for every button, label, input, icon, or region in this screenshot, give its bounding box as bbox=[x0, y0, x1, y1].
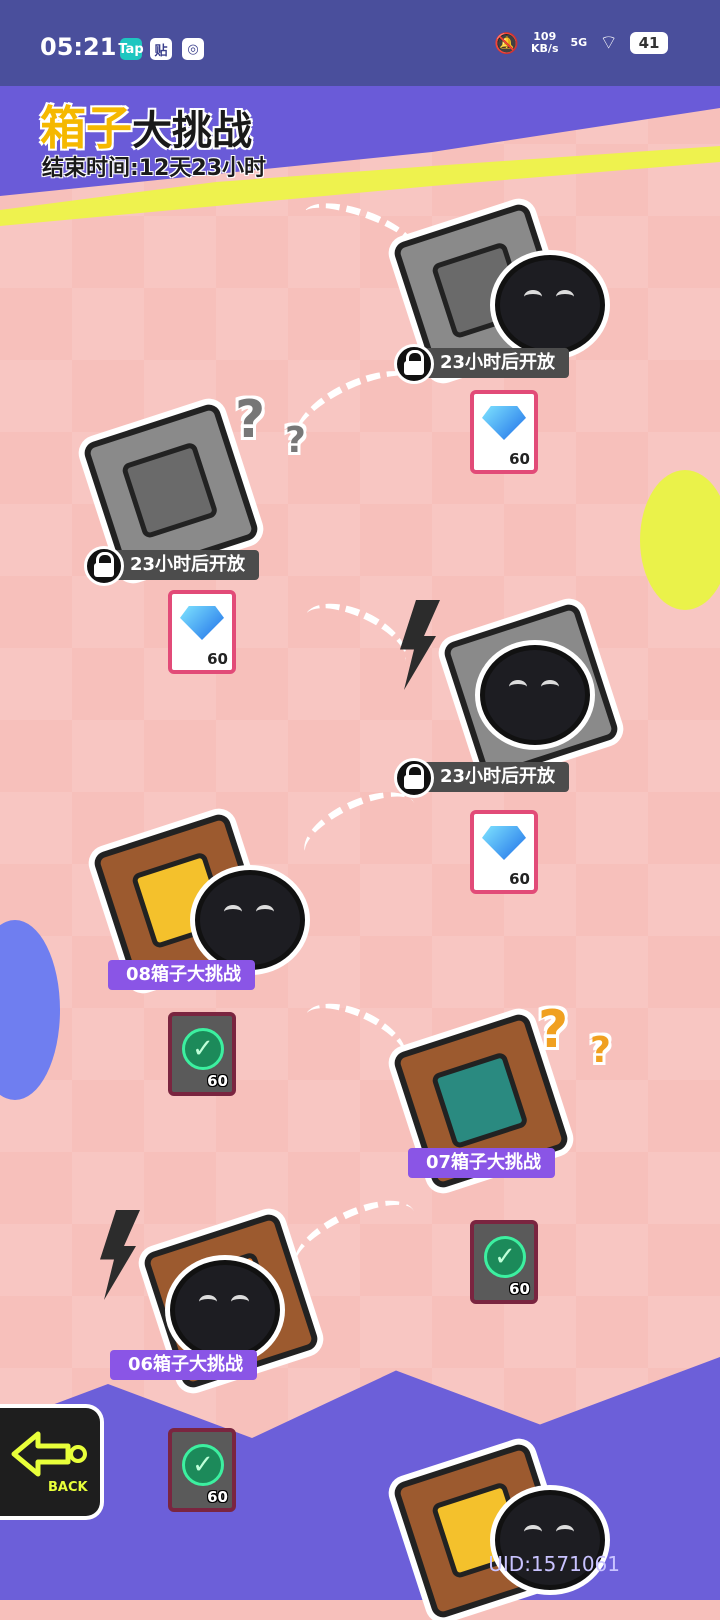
reward-claimed-card[interactable]: ✓ 60 bbox=[168, 1012, 236, 1096]
status-right: 🔕 109 KB/s 5G ⌔ 41 bbox=[494, 30, 668, 55]
level-label-text: 23小时后开放 bbox=[440, 352, 556, 373]
back-arrow-icon bbox=[11, 1431, 87, 1477]
level-status-label: 23小时后开放 bbox=[394, 758, 570, 798]
question-mark-icon: ? bbox=[235, 390, 266, 450]
end-time-text: 结束时间:12天23小时 bbox=[42, 156, 267, 181]
level-node[interactable]: ? ? 07箱子大挑战 ✓ 60 bbox=[390, 1000, 650, 1304]
net-speed: 109 KB/s bbox=[531, 30, 559, 55]
reward-gem-card[interactable]: 60 bbox=[168, 590, 236, 674]
back-label: BACK bbox=[48, 1480, 88, 1495]
checkmark-icon: ✓ bbox=[182, 1028, 224, 1070]
uid-text: UID:1571061 bbox=[488, 1552, 620, 1576]
level-label-text: 06箱子大挑战 bbox=[128, 1354, 244, 1375]
reward-count: 60 bbox=[207, 1488, 228, 1506]
reward-claimed-card[interactable]: ✓ 60 bbox=[168, 1428, 236, 1512]
yellow-splash bbox=[640, 470, 720, 610]
clock: 05:21 bbox=[40, 33, 117, 61]
level-node[interactable]: 23小时后开放 60 bbox=[390, 200, 630, 490]
diamond-icon bbox=[482, 826, 526, 860]
blob-character bbox=[195, 870, 305, 970]
question-mark-icon: ? bbox=[590, 1030, 611, 1071]
diamond-icon bbox=[180, 606, 224, 640]
lightning-icon bbox=[400, 600, 440, 690]
app-notification-icon: ◎ bbox=[182, 38, 204, 60]
level-node[interactable]: ? ? 23小时后开放 60 bbox=[80, 390, 340, 690]
checkmark-icon: ✓ bbox=[484, 1236, 526, 1278]
level-status-label: 06箱子大挑战 bbox=[110, 1350, 258, 1380]
reward-count: 60 bbox=[509, 1280, 530, 1298]
level-node[interactable]: 08箱子大挑战 ✓ 60 bbox=[91, 811, 360, 1100]
mute-icon: 🔕 bbox=[494, 30, 520, 55]
level-label-text: 07箱子大挑战 bbox=[426, 1152, 542, 1173]
page-title: 箱子大挑战 bbox=[40, 92, 252, 158]
reward-count: 60 bbox=[509, 450, 530, 468]
level-label-text: 08箱子大挑战 bbox=[126, 964, 242, 985]
level-status-label: 08箱子大挑战 bbox=[108, 960, 256, 990]
taptap-icon: Tap bbox=[118, 38, 144, 60]
tieba-icon: 贴 bbox=[150, 38, 172, 60]
reward-gem-card[interactable]: 60 bbox=[470, 390, 538, 474]
back-button[interactable]: BACK bbox=[0, 1404, 104, 1520]
signal-5g-icon: 5G bbox=[570, 36, 588, 49]
reward-claimed-card[interactable]: ✓ 60 bbox=[470, 1220, 538, 1304]
lightning-icon bbox=[100, 1210, 140, 1300]
net-speed-unit: KB/s bbox=[531, 41, 559, 55]
question-mark-icon: ? bbox=[538, 1000, 569, 1060]
diamond-icon bbox=[482, 406, 526, 440]
level-label-text: 23小时后开放 bbox=[130, 554, 246, 575]
reward-count: 60 bbox=[207, 1072, 228, 1090]
question-mark-icon: ? bbox=[285, 420, 306, 461]
blob-character bbox=[495, 255, 605, 355]
battery-icon: 41 bbox=[630, 31, 668, 54]
blob-character bbox=[480, 645, 590, 745]
level-node-partial[interactable] bbox=[391, 1440, 620, 1620]
level-status-label: 23小时后开放 bbox=[84, 546, 260, 586]
reward-count: 60 bbox=[207, 650, 228, 668]
level-node[interactable]: 06箱子大挑战 ✓ 60 bbox=[100, 1210, 360, 1512]
level-status-label: 23小时后开放 bbox=[394, 344, 570, 384]
wifi-icon: ⌔ bbox=[599, 30, 618, 54]
status-bar: 05:21 Tap 贴 ◎ 🔕 109 KB/s 5G ⌔ 41 bbox=[0, 0, 720, 86]
reward-count: 60 bbox=[509, 870, 530, 888]
lock-icon bbox=[394, 344, 434, 384]
level-status-label: 07箱子大挑战 bbox=[408, 1148, 556, 1178]
level-node[interactable]: 23小时后开放 60 bbox=[390, 590, 630, 894]
reward-gem-card[interactable]: 60 bbox=[470, 810, 538, 894]
checkmark-icon: ✓ bbox=[182, 1444, 224, 1486]
title-rest: 大挑战 bbox=[132, 108, 252, 154]
lock-icon bbox=[84, 546, 124, 586]
level-label-text: 23小时后开放 bbox=[440, 766, 556, 787]
title-accent: 箱子 bbox=[40, 101, 132, 155]
blob-character bbox=[170, 1260, 280, 1360]
lock-icon bbox=[394, 758, 434, 798]
